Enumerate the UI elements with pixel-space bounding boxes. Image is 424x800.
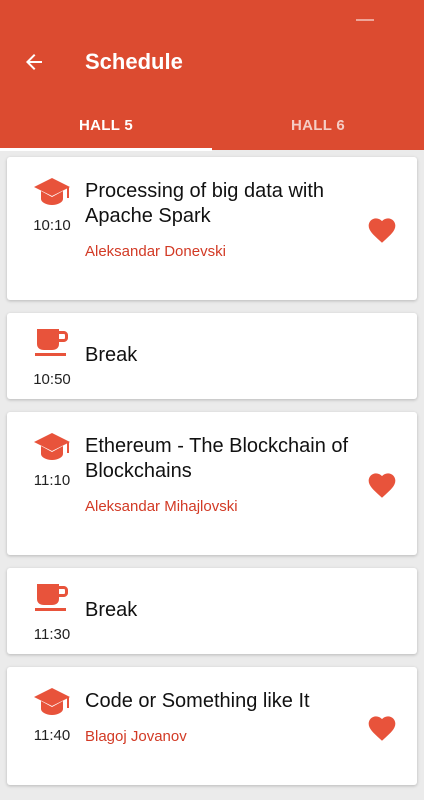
session-speaker: Aleksandar Donevski <box>85 243 226 260</box>
session-card[interactable]: 11:10 Ethereum - The Blockchain of Block… <box>7 412 417 555</box>
break-card[interactable]: 11:30 Break <box>7 568 417 654</box>
session-time: 10:10 <box>33 217 71 234</box>
session-time: 10:50 <box>33 371 71 388</box>
heart-icon <box>368 716 396 741</box>
session-title: Break <box>85 599 138 621</box>
tab-hall-5[interactable]: HALL 5 <box>0 100 212 150</box>
arrow-back-icon <box>26 54 42 70</box>
favorite-button[interactable] <box>365 710 399 744</box>
page-title: Schedule <box>85 49 183 74</box>
status-indicator <box>356 19 374 21</box>
break-card[interactable]: 10:50 Break <box>7 313 417 399</box>
session-title: Code or Something like It <box>85 690 310 712</box>
heart-icon <box>368 473 396 498</box>
coffee-cup-icon <box>31 325 73 359</box>
session-title: Processing of big data with Apache Spark <box>85 180 325 227</box>
app-bar: Schedule HALL 5 HALL 6 <box>0 0 424 151</box>
tab-indicator <box>0 148 212 151</box>
graduation-cap-icon <box>31 175 73 209</box>
session-card[interactable]: 10:10 Processing of big data with Apache… <box>7 157 417 300</box>
session-title: Ethereum - The Blockchain of Blockchains <box>85 435 349 482</box>
favorite-button[interactable] <box>365 212 399 246</box>
session-time: 11:30 <box>33 626 71 643</box>
session-title: Break <box>85 344 138 366</box>
session-speaker: Aleksandar Mihajlovski <box>85 498 238 515</box>
graduation-cap-icon <box>31 685 73 719</box>
graduation-cap-icon <box>31 430 73 464</box>
session-speaker: Blagoj Jovanov <box>85 728 187 745</box>
tab-hall-6[interactable]: HALL 6 <box>212 100 424 150</box>
session-time: 11:40 <box>33 727 71 744</box>
hall-tabs: HALL 5 HALL 6 <box>0 100 424 150</box>
session-time: 11:10 <box>33 472 71 489</box>
coffee-cup-icon <box>31 580 73 614</box>
back-button[interactable] <box>16 44 52 80</box>
favorite-button[interactable] <box>365 467 399 501</box>
heart-icon <box>368 218 396 243</box>
session-card[interactable]: 11:40 Code or Something like It Blagoj J… <box>7 667 417 785</box>
